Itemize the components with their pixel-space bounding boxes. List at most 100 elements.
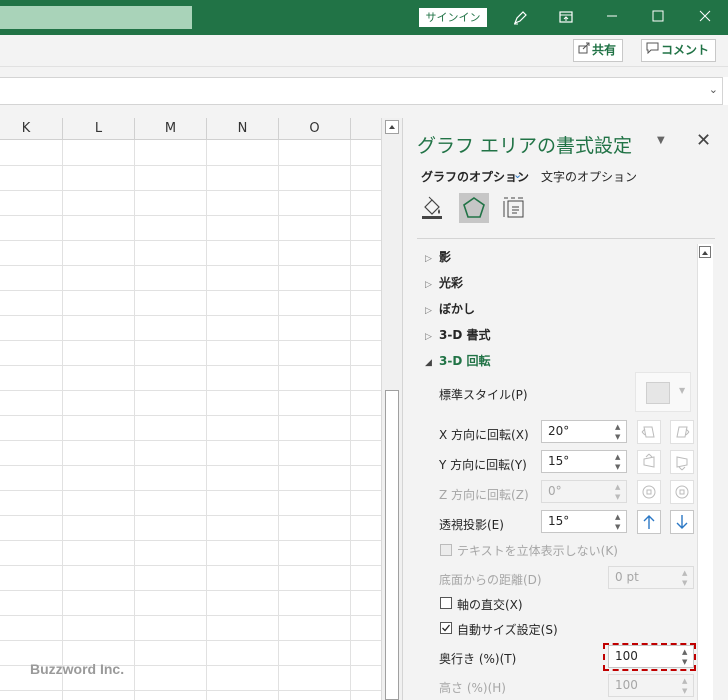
maximize-icon[interactable]	[647, 7, 669, 29]
distance-value: 0 pt	[615, 570, 639, 584]
autoscale-label: 自動サイズ設定(S)	[457, 623, 558, 637]
formula-gap	[0, 67, 728, 77]
column-header-k[interactable]: K	[0, 118, 63, 140]
expand-triangle-icon: ▷	[425, 306, 432, 316]
size-properties-icon[interactable]	[499, 193, 529, 223]
grid-line	[0, 365, 381, 366]
effects-pentagon-icon[interactable]	[459, 193, 489, 223]
spin-down-icon[interactable]: ▼	[682, 687, 690, 695]
chevron-down-icon: ▼	[679, 386, 686, 395]
section-3d-format[interactable]: ▷ 3-D 書式	[425, 326, 490, 343]
minimize-icon[interactable]	[601, 7, 623, 29]
spin-down-icon[interactable]: ▼	[615, 493, 623, 501]
rotate-right-icon[interactable]	[670, 420, 694, 444]
grid-line	[0, 340, 381, 341]
rotate-counterclockwise-icon[interactable]	[637, 480, 661, 504]
fill-line-icon[interactable]	[417, 193, 447, 223]
pen-icon[interactable]	[509, 7, 531, 29]
y-rotation-spinner[interactable]: 15° ▲ ▼	[541, 450, 627, 473]
section-shadow[interactable]: ▷ 影	[425, 248, 451, 265]
pane-vertical-scrollbar[interactable]	[697, 244, 713, 700]
rotate-left-icon[interactable]	[637, 420, 661, 444]
y-rotation-label: Y 方向に回転(Y)	[439, 458, 527, 472]
arrow-up-icon[interactable]	[637, 510, 661, 534]
spin-up-icon[interactable]: ▲	[682, 677, 690, 685]
scroll-up-button[interactable]	[699, 246, 711, 258]
title-search-box[interactable]	[0, 6, 192, 29]
x-rotation-value: 20°	[548, 424, 570, 438]
rotate-down-icon[interactable]	[670, 450, 694, 474]
grid-line	[0, 465, 381, 466]
height-label: 高さ (%)(H)	[439, 681, 506, 695]
rotate-up-icon[interactable]	[637, 450, 661, 474]
section-label: 3-D 書式	[439, 328, 491, 342]
section-glow[interactable]: ▷ 光彩	[425, 274, 463, 291]
share-button[interactable]: 共有	[573, 39, 624, 62]
grid-line	[0, 690, 381, 691]
spin-down-icon[interactable]: ▼	[615, 433, 623, 441]
spin-up-icon[interactable]: ▲	[615, 513, 623, 521]
grid-line	[0, 440, 381, 441]
grid-line	[206, 140, 207, 700]
right-angle-axes-checkbox[interactable]	[440, 597, 452, 609]
column-header-l[interactable]: L	[63, 118, 135, 140]
arrow-down-icon[interactable]	[670, 510, 694, 534]
scroll-thumb[interactable]	[385, 390, 399, 700]
z-rotation-label: Z 方向に回転(Z)	[439, 488, 529, 502]
section-label: 3-D 回転	[439, 354, 491, 368]
section-label: 影	[439, 250, 452, 264]
grid-line	[0, 515, 381, 516]
grid-line	[0, 190, 381, 191]
preset-swatch	[646, 382, 670, 404]
grid-line	[0, 415, 381, 416]
spin-down-icon[interactable]: ▼	[615, 463, 623, 471]
share-icon	[578, 40, 590, 61]
grid-line	[0, 215, 381, 216]
grid-line	[0, 165, 381, 166]
perspective-spinner[interactable]: 15° ▲ ▼	[541, 510, 627, 533]
autoscale-checkbox[interactable]	[440, 622, 452, 634]
section-3d-rotation[interactable]: ◢ 3-D 回転	[425, 352, 490, 369]
spin-down-icon[interactable]: ▼	[682, 579, 690, 587]
height-spinner[interactable]: 100 ▲ ▼	[608, 674, 694, 697]
close-icon[interactable]	[694, 7, 716, 29]
rotate-clockwise-icon[interactable]	[670, 480, 694, 504]
z-rotation-spinner[interactable]: 0° ▲ ▼	[541, 480, 627, 503]
height-value: 100	[615, 678, 638, 692]
scroll-up-button[interactable]	[385, 120, 399, 134]
column-header-o[interactable]: O	[279, 118, 351, 140]
chevron-down-icon[interactable]: ⌄	[709, 83, 718, 96]
worksheet-grid[interactable]: K L M N O	[0, 118, 381, 700]
spin-up-icon[interactable]: ▲	[615, 453, 623, 461]
signin-button[interactable]: サインイン	[419, 8, 487, 27]
spin-down-icon[interactable]: ▼	[615, 523, 623, 531]
watermark: Buzzword Inc.	[30, 661, 125, 677]
section-soft-edges[interactable]: ▷ ぼかし	[425, 300, 475, 317]
x-rotation-spinner[interactable]: 20° ▲ ▼	[541, 420, 627, 443]
x-rotation-label: X 方向に回転(X)	[439, 428, 529, 442]
highlight-box	[603, 643, 696, 671]
comment-button[interactable]: コメント	[641, 39, 717, 62]
pane-options-dropdown-icon[interactable]: ▼	[657, 135, 665, 146]
collapse-triangle-icon: ◢	[425, 358, 432, 368]
chevron-down-icon[interactable]: ⌄	[513, 168, 522, 181]
spin-up-icon[interactable]: ▲	[615, 483, 623, 491]
formula-bar[interactable]: ⌄	[0, 77, 723, 105]
pane-close-icon[interactable]: ✕	[696, 130, 711, 151]
keep-text-flat-checkbox[interactable]	[440, 544, 452, 556]
column-header-m[interactable]: M	[135, 118, 207, 140]
grid-vertical-scrollbar[interactable]	[381, 118, 402, 700]
distance-label: 底面からの距離(D)	[439, 573, 542, 587]
spin-up-icon[interactable]: ▲	[615, 423, 623, 431]
spin-up-icon[interactable]: ▲	[682, 569, 690, 577]
tab-text-options[interactable]: 文字のオプション	[541, 168, 637, 185]
grid-line	[350, 140, 351, 700]
perspective-value: 15°	[548, 514, 570, 528]
column-header-n[interactable]: N	[207, 118, 279, 140]
restore-ribbon-icon[interactable]	[555, 7, 577, 29]
y-rotation-value: 15°	[548, 454, 570, 468]
distance-spinner[interactable]: 0 pt ▲ ▼	[608, 566, 694, 589]
checkmark-icon	[442, 624, 451, 632]
preset-dropdown[interactable]: ▼	[635, 372, 691, 412]
grid-line	[0, 240, 381, 241]
